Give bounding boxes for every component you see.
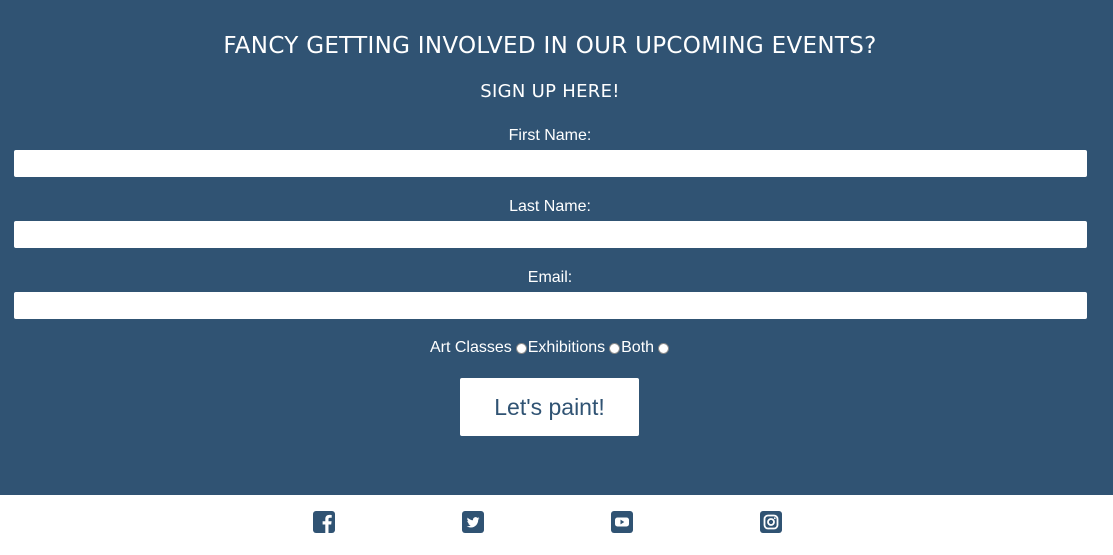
instagram-icon <box>760 511 782 533</box>
interest-radio-group: Art Classes Exhibitions Both <box>0 338 1100 358</box>
exhibitions-label: Exhibitions <box>527 339 606 356</box>
email-label: Email: <box>527 269 573 286</box>
footer <box>0 495 1113 555</box>
youtube-icon <box>611 511 633 533</box>
first-name-input[interactable] <box>14 150 1087 177</box>
facebook-link[interactable] <box>312 510 336 534</box>
twitter-icon <box>462 511 484 533</box>
instagram-link[interactable] <box>759 510 783 534</box>
last-name-input[interactable] <box>14 221 1087 248</box>
last-name-label: Last Name: <box>509 198 591 215</box>
both-label: Both <box>621 339 655 356</box>
art-classes-radio[interactable] <box>515 342 527 354</box>
art-classes-label: Art Classes <box>429 339 512 356</box>
email-input[interactable] <box>14 292 1087 319</box>
exhibitions-radio[interactable] <box>609 342 621 354</box>
first-name-label: First Name: <box>508 127 592 144</box>
facebook-icon <box>313 511 335 533</box>
twitter-link[interactable] <box>461 510 485 534</box>
youtube-link[interactable] <box>610 510 634 534</box>
signup-heading: FANCY GETTING INVOLVED IN OUR UPCOMING E… <box>223 33 877 59</box>
submit-button[interactable]: Let's paint! <box>460 378 639 436</box>
signup-section: FANCY GETTING INVOLVED IN OUR UPCOMING E… <box>0 0 1113 495</box>
signup-subheading: SIGN UP HERE! <box>480 81 620 102</box>
both-radio[interactable] <box>658 342 670 354</box>
